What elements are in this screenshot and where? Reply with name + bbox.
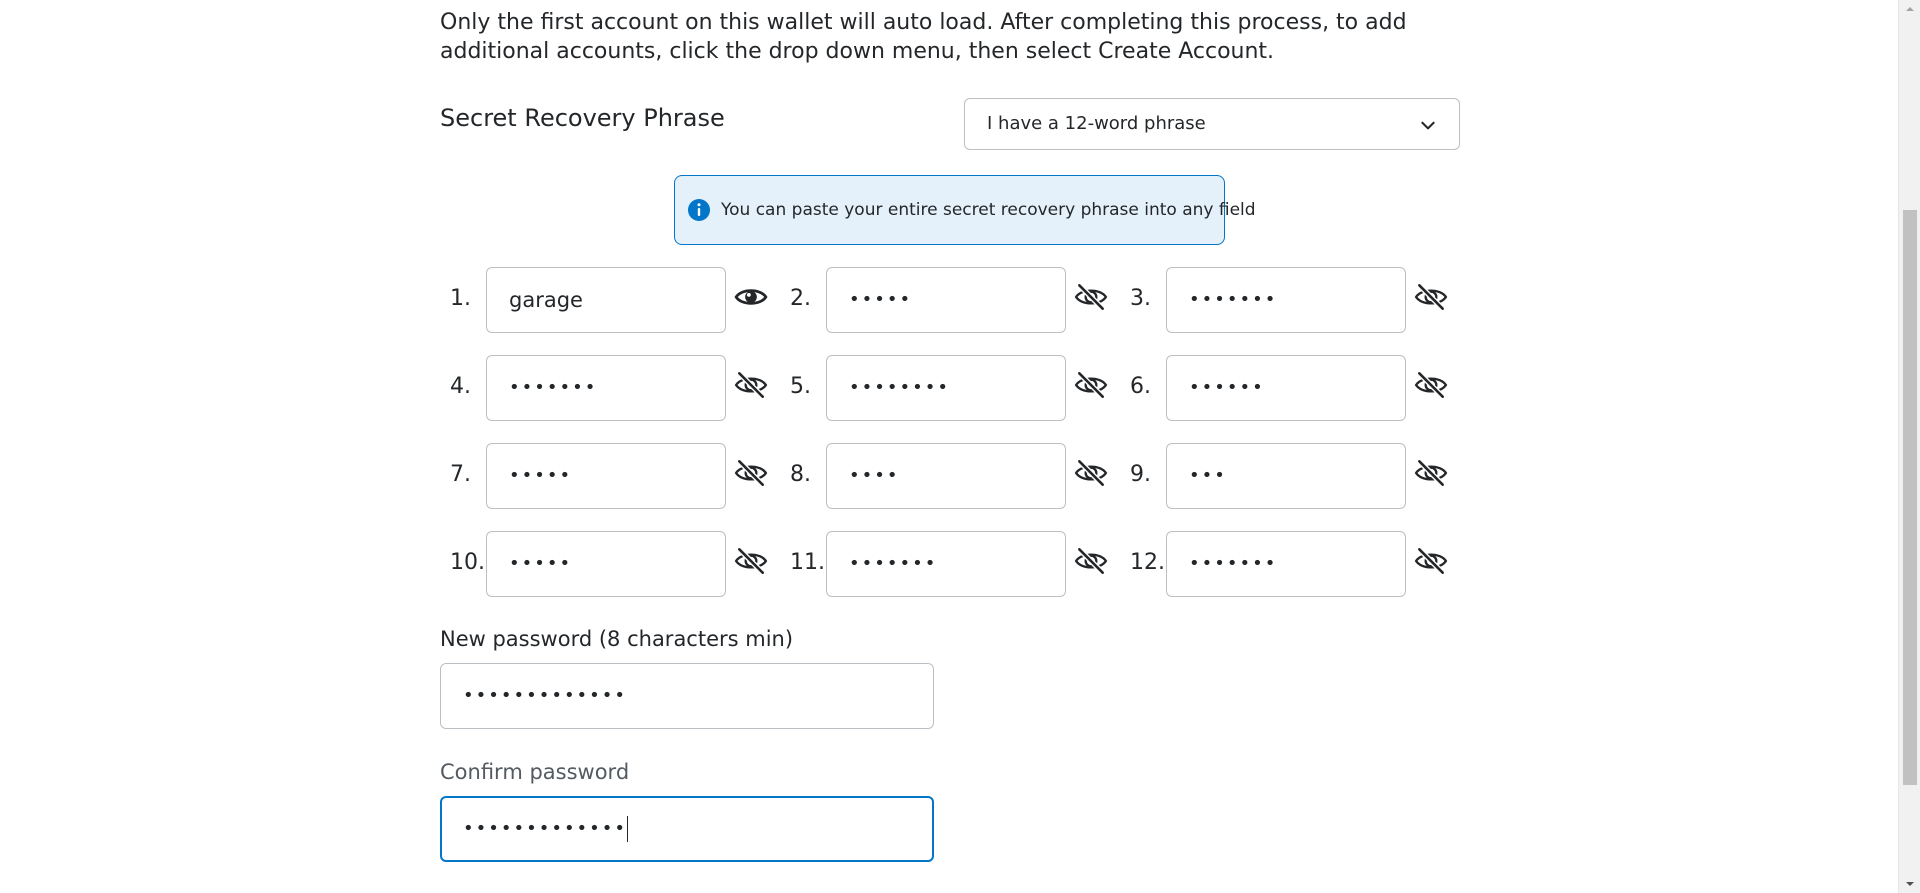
new-password-input[interactable]: ••••••••••••• <box>440 663 934 729</box>
eye-slash-icon[interactable] <box>734 456 768 490</box>
eye-slash-icon[interactable] <box>1074 280 1108 314</box>
srp-word-input-9[interactable]: ••• <box>1166 443 1406 509</box>
srp-label: Secret Recovery Phrase <box>440 104 725 132</box>
scroll-up-arrow-icon[interactable] <box>1905 4 1915 14</box>
eye-slash-icon[interactable] <box>1074 544 1108 578</box>
srp-word-input-1[interactable]: garage <box>486 267 726 333</box>
chevron-down-icon <box>1421 121 1435 130</box>
eye-slash-icon[interactable] <box>1414 368 1448 402</box>
eye-slash-icon[interactable] <box>1074 456 1108 490</box>
eye-slash-icon[interactable] <box>734 368 768 402</box>
srp-word-input-11[interactable]: ••••••• <box>826 531 1066 597</box>
srp-word-input-4[interactable]: ••••••• <box>486 355 726 421</box>
vertical-scrollbar[interactable] <box>1898 0 1920 893</box>
confirm-password-input[interactable]: ••••••••••••• <box>440 796 934 862</box>
eye-slash-icon[interactable] <box>1414 280 1448 314</box>
eye-slash-icon[interactable] <box>1074 368 1108 402</box>
info-banner: You can paste your entire secret recover… <box>674 175 1256 245</box>
eye-slash-icon[interactable] <box>1414 544 1448 578</box>
new-password-label: New password (8 characters min) <box>440 627 794 651</box>
info-text: You can paste your entire secret recover… <box>721 200 1256 220</box>
srp-word-input-10[interactable]: ••••• <box>486 531 726 597</box>
srp-select-value: I have a 12-word phrase <box>987 113 1206 134</box>
info-icon <box>688 199 710 221</box>
eye-icon[interactable] <box>734 280 768 314</box>
confirm-password-label: Confirm password <box>440 760 630 784</box>
srp-word-input-6[interactable]: •••••• <box>1166 355 1406 421</box>
srp-word-input-5[interactable]: •••••••• <box>826 355 1066 421</box>
srp-word-input-3[interactable]: ••••••• <box>1166 267 1406 333</box>
scroll-down-arrow-icon[interactable] <box>1905 879 1915 889</box>
scrollbar-thumb[interactable] <box>1903 210 1917 785</box>
text-caret <box>627 816 629 842</box>
srp-word-input-2[interactable]: ••••• <box>826 267 1066 333</box>
srp-word-input-8[interactable]: •••• <box>826 443 1066 509</box>
confirm-password-value: ••••••••••••• <box>463 818 628 839</box>
eye-slash-icon[interactable] <box>1414 456 1448 490</box>
intro-text: Only the first account on this wallet wi… <box>440 10 1407 64</box>
import-wallet-form: Only the first account on this wallet wi… <box>0 0 1898 893</box>
srp-word-input-12[interactable]: ••••••• <box>1166 531 1406 597</box>
eye-slash-icon[interactable] <box>734 544 768 578</box>
srp-word-input-7[interactable]: ••••• <box>486 443 726 509</box>
srp-length-select[interactable]: I have a 12-word phrase <box>964 98 1460 150</box>
